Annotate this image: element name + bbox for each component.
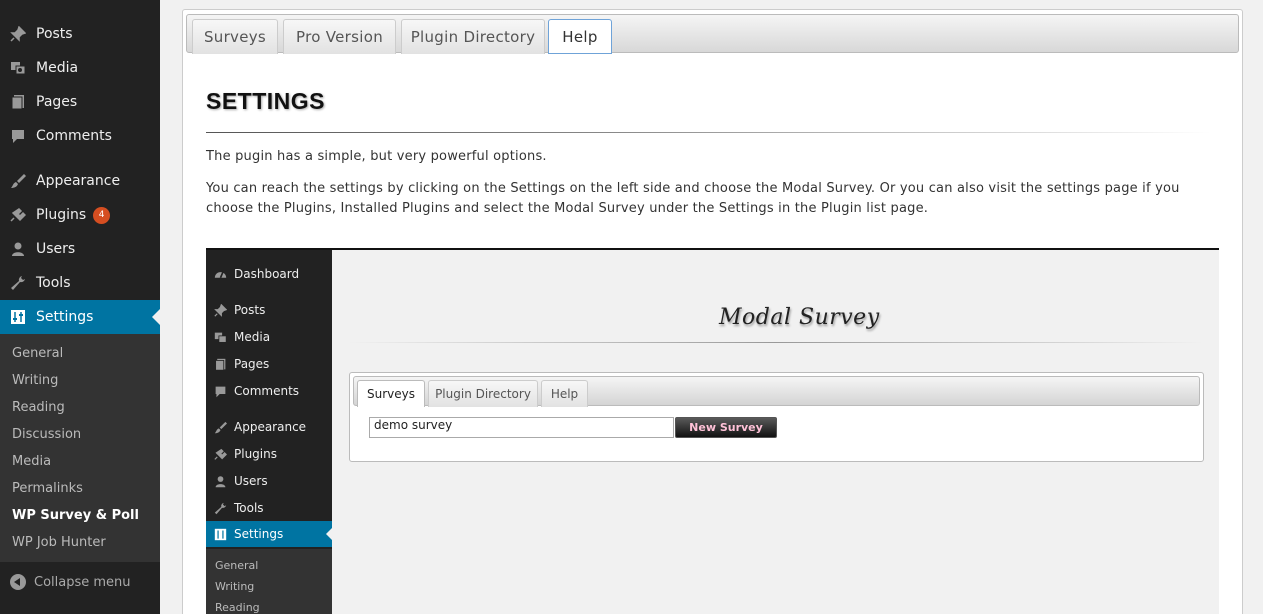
- new-survey-button: New Survey: [675, 417, 777, 438]
- tab-surveys[interactable]: Surveys: [192, 19, 278, 54]
- screenshot-survey-panel: Surveys Plugin Directory Help demo surve…: [349, 372, 1204, 462]
- screenshot-item-label: Tools: [234, 501, 264, 515]
- screenshot-item-settings: Settings: [206, 521, 332, 547]
- admin-sidebar: Posts Media Pages Comments Appearance Pl…: [0, 0, 160, 614]
- screenshot-item-media: Media: [206, 324, 332, 350]
- media-icon: [9, 59, 27, 77]
- comment-icon: [9, 127, 27, 145]
- submenu-item-reading[interactable]: Reading: [12, 400, 65, 415]
- instructions-text: You can reach the settings by clicking o…: [206, 181, 1180, 216]
- sidebar-item-appearance[interactable]: Appearance: [0, 164, 160, 198]
- comment-icon: [213, 384, 227, 398]
- sidebar-item-pages[interactable]: Pages: [0, 85, 160, 119]
- screenshot-item-plugins: Plugins: [206, 441, 332, 467]
- screenshot-submenu: General Writing Reading: [206, 549, 332, 614]
- pages-icon: [213, 357, 227, 371]
- submenu-item-general[interactable]: General: [12, 346, 63, 361]
- screenshot-item-appearance: Appearance: [206, 414, 332, 440]
- screenshot-submenu-general: General: [215, 559, 259, 572]
- screenshot-item-users: Users: [206, 468, 332, 494]
- settings-screenshot: Dashboard Posts Media Pages Comments App…: [206, 248, 1219, 614]
- submenu-item-permalinks[interactable]: Permalinks: [12, 481, 83, 496]
- screenshot-tab-help: Help: [541, 380, 588, 407]
- screenshot-item-comments: Comments: [206, 378, 332, 404]
- sidebar-item-media[interactable]: Media: [0, 51, 160, 85]
- dashboard-icon: [213, 267, 227, 281]
- user-icon: [213, 474, 227, 488]
- screenshot-item-label: Appearance: [234, 420, 307, 434]
- screenshot-item-label: Settings: [234, 527, 284, 541]
- sidebar-item-users[interactable]: Users: [0, 232, 160, 266]
- tab-bar: Surveys Pro Version Plugin Directory Hel…: [186, 14, 1239, 54]
- sidebar-item-label: Pages: [36, 94, 78, 110]
- settings-icon: [9, 308, 27, 326]
- sidebar-item-label: Posts: [36, 26, 73, 42]
- submenu-item-wp-survey-poll[interactable]: WP Survey & Poll: [12, 508, 139, 523]
- sidebar-item-comments[interactable]: Comments: [0, 119, 160, 153]
- screenshot-item-tools: Tools: [206, 495, 332, 521]
- logo-divider: [348, 342, 1203, 343]
- pin-icon: [9, 25, 27, 43]
- screenshot-submenu-writing: Writing: [215, 580, 255, 593]
- media-icon: [213, 330, 227, 344]
- screenshot-tab-plugin-directory: Plugin Directory: [428, 380, 538, 407]
- tab-help[interactable]: Help: [548, 19, 612, 54]
- user-icon: [9, 240, 27, 258]
- screenshot-item-label: Media: [234, 330, 271, 344]
- screenshot-tab-bar: Surveys Plugin Directory Help: [353, 376, 1200, 407]
- survey-name-input: demo survey: [369, 417, 674, 438]
- settings-icon: [213, 527, 227, 541]
- sidebar-item-label: Settings: [36, 309, 94, 325]
- tab-pro-version[interactable]: Pro Version: [283, 19, 396, 54]
- screenshot-item-label: Plugins: [234, 447, 277, 461]
- submenu-item-media[interactable]: Media: [12, 454, 51, 469]
- submenu-item-writing[interactable]: Writing: [12, 373, 58, 388]
- screenshot-item-label: Dashboard: [234, 267, 300, 281]
- screenshot-item-label: Pages: [234, 357, 270, 371]
- sidebar-item-label: Tools: [36, 275, 71, 291]
- settings-submenu: General Writing Reading Discussion Media…: [0, 334, 160, 562]
- sidebar-item-posts[interactable]: Posts: [0, 17, 160, 51]
- plugin-icon: [9, 206, 27, 224]
- title-divider: [206, 132, 1211, 133]
- screenshot-sidebar: Dashboard Posts Media Pages Comments App…: [206, 250, 332, 614]
- plugin-icon: [213, 447, 227, 461]
- page-title: SETTINGS: [206, 88, 326, 114]
- brush-icon: [9, 172, 27, 190]
- wrench-icon: [213, 501, 227, 515]
- sidebar-item-label: Users: [36, 241, 76, 257]
- submenu-item-wp-job-hunter[interactable]: WP Job Hunter: [12, 535, 106, 550]
- screenshot-tab-surveys: Surveys: [357, 380, 425, 407]
- screenshot-item-label: Users: [234, 474, 268, 488]
- plugin-update-badge: 4: [93, 206, 111, 224]
- brush-icon: [213, 420, 227, 434]
- screenshot-submenu-reading: Reading: [215, 601, 260, 614]
- sidebar-item-label: Appearance: [36, 173, 121, 189]
- sidebar-item-label: Plugins: [36, 207, 87, 223]
- sidebar-item-settings[interactable]: Settings: [0, 300, 160, 334]
- sidebar-item-tools[interactable]: Tools: [0, 266, 160, 300]
- tab-plugin-directory[interactable]: Plugin Directory: [401, 19, 545, 54]
- intro-text: The pugin has a simple, but very powerfu…: [206, 149, 547, 164]
- collapse-menu-button[interactable]: Collapse menu: [0, 566, 160, 598]
- pages-icon: [9, 93, 27, 111]
- collapse-arrow-icon: [10, 574, 26, 590]
- wrench-icon: [9, 274, 27, 292]
- collapse-menu-label: Collapse menu: [34, 574, 131, 590]
- pin-icon: [213, 303, 227, 317]
- screenshot-item-pages: Pages: [206, 351, 332, 377]
- sidebar-item-plugins[interactable]: Plugins 4: [0, 198, 160, 232]
- sidebar-item-label: Comments: [36, 128, 112, 144]
- modal-survey-logo: Modal Survey: [719, 305, 880, 330]
- screenshot-item-label: Comments: [234, 384, 300, 398]
- sidebar-item-label: Media: [36, 60, 79, 76]
- screenshot-item-label: Posts: [234, 303, 266, 317]
- screenshot-item-dashboard: Dashboard: [206, 261, 332, 287]
- screenshot-item-posts: Posts: [206, 297, 332, 323]
- submenu-item-discussion[interactable]: Discussion: [12, 427, 81, 442]
